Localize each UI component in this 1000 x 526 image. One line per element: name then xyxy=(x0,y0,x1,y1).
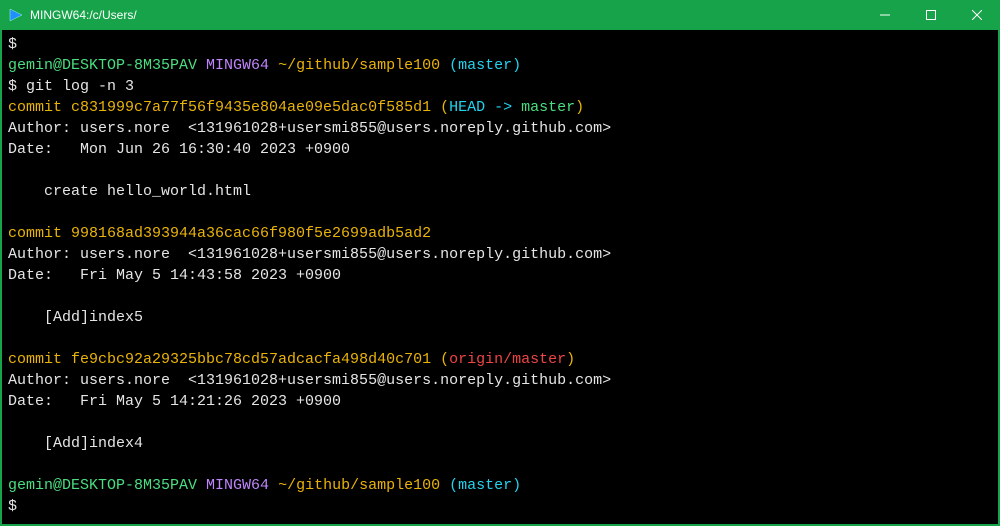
blank-line xyxy=(8,412,992,433)
author-value: users.nore <131961028+usersmi855@users.n… xyxy=(80,246,611,263)
blank-line xyxy=(8,160,992,181)
app-window: MINGW64:/c/Users/ $ gemin@DESKTOP-8M35PA… xyxy=(0,0,1000,526)
author-line: Author: users.nore <131961028+usersmi855… xyxy=(8,118,992,139)
commit-message: [Add]index4 xyxy=(8,433,992,454)
prompt-dollar: $ xyxy=(8,496,992,517)
commit-message: [Add]index5 xyxy=(8,307,992,328)
prompt-line: gemin@DESKTOP-8M35PAV MINGW64 ~/github/s… xyxy=(8,475,992,496)
commit-label: commit xyxy=(8,351,71,368)
prompt-branch: (master) xyxy=(449,477,521,494)
command-text: git log -n 3 xyxy=(26,78,134,95)
app-icon xyxy=(8,7,24,23)
refs-paren-open: ( xyxy=(440,99,449,116)
refs-head-branch: master xyxy=(521,99,575,116)
refs-paren-close: ) xyxy=(575,99,584,116)
author-label: Author: xyxy=(8,372,80,389)
prompt-env: MINGW64 xyxy=(206,57,269,74)
commit-hash: c831999c7a77f56f9435e804ae09e5dac0f585d1 xyxy=(71,99,431,116)
author-line: Author: users.nore <131961028+usersmi855… xyxy=(8,244,992,265)
prompt-userhost: gemin@DESKTOP-8M35PAV xyxy=(8,477,197,494)
author-line: Author: users.nore <131961028+usersmi855… xyxy=(8,370,992,391)
commit-line: commit c831999c7a77f56f9435e804ae09e5dac… xyxy=(8,97,992,118)
date-line: Date: Fri May 5 14:21:26 2023 +0900 xyxy=(8,391,992,412)
date-line: Date: Fri May 5 14:43:58 2023 +0900 xyxy=(8,265,992,286)
blank-line xyxy=(8,286,992,307)
commit-hash: fe9cbc92a29325bbc78cd57adcacfa498d40c701 xyxy=(71,351,431,368)
refs-paren-close: ) xyxy=(566,351,575,368)
date-line: Date: Mon Jun 26 16:30:40 2023 +0900 xyxy=(8,139,992,160)
author-label: Author: xyxy=(8,246,80,263)
commit-hash: 998168ad393944a36cac66f980f5e2699adb5ad2 xyxy=(71,225,431,242)
commit-label: commit xyxy=(8,225,71,242)
prompt-env: MINGW64 xyxy=(206,477,269,494)
refs-head: HEAD -> xyxy=(449,99,521,116)
window-title: MINGW64:/c/Users/ xyxy=(30,8,137,22)
date-label: Date: xyxy=(8,267,80,284)
author-value: users.nore <131961028+usersmi855@users.n… xyxy=(80,372,611,389)
refs-origin: origin/master xyxy=(449,351,566,368)
terminal-body[interactable]: $ gemin@DESKTOP-8M35PAV MINGW64 ~/github… xyxy=(0,30,1000,526)
blank-line xyxy=(8,202,992,223)
close-button[interactable] xyxy=(954,0,1000,30)
refs-paren-open: ( xyxy=(440,351,449,368)
commit-label: commit xyxy=(8,99,71,116)
prompt-userhost: gemin@DESKTOP-8M35PAV xyxy=(8,57,197,74)
commit-line: commit fe9cbc92a29325bbc78cd57adcacfa498… xyxy=(8,349,992,370)
author-value: users.nore <131961028+usersmi855@users.n… xyxy=(80,120,611,137)
blank-line xyxy=(8,328,992,349)
date-label: Date: xyxy=(8,393,80,410)
author-label: Author: xyxy=(8,120,80,137)
date-label: Date: xyxy=(8,141,80,158)
prompt-line: gemin@DESKTOP-8M35PAV MINGW64 ~/github/s… xyxy=(8,55,992,76)
commit-line: commit 998168ad393944a36cac66f980f5e2699… xyxy=(8,223,992,244)
date-value: Fri May 5 14:43:58 2023 +0900 xyxy=(80,267,341,284)
minimize-button[interactable] xyxy=(862,0,908,30)
blank-line xyxy=(8,454,992,475)
date-value: Fri May 5 14:21:26 2023 +0900 xyxy=(80,393,341,410)
prompt-path: ~/github/sample100 xyxy=(278,57,440,74)
prompt-dollar: $ xyxy=(8,34,992,55)
prompt-dollar: $ xyxy=(8,78,17,95)
prompt-path: ~/github/sample100 xyxy=(278,477,440,494)
commit-message: create hello_world.html xyxy=(8,181,992,202)
maximize-button[interactable] xyxy=(908,0,954,30)
date-value: Mon Jun 26 16:30:40 2023 +0900 xyxy=(80,141,350,158)
command-line: $ git log -n 3 xyxy=(8,76,992,97)
prompt-branch: (master) xyxy=(449,57,521,74)
titlebar[interactable]: MINGW64:/c/Users/ xyxy=(0,0,1000,30)
